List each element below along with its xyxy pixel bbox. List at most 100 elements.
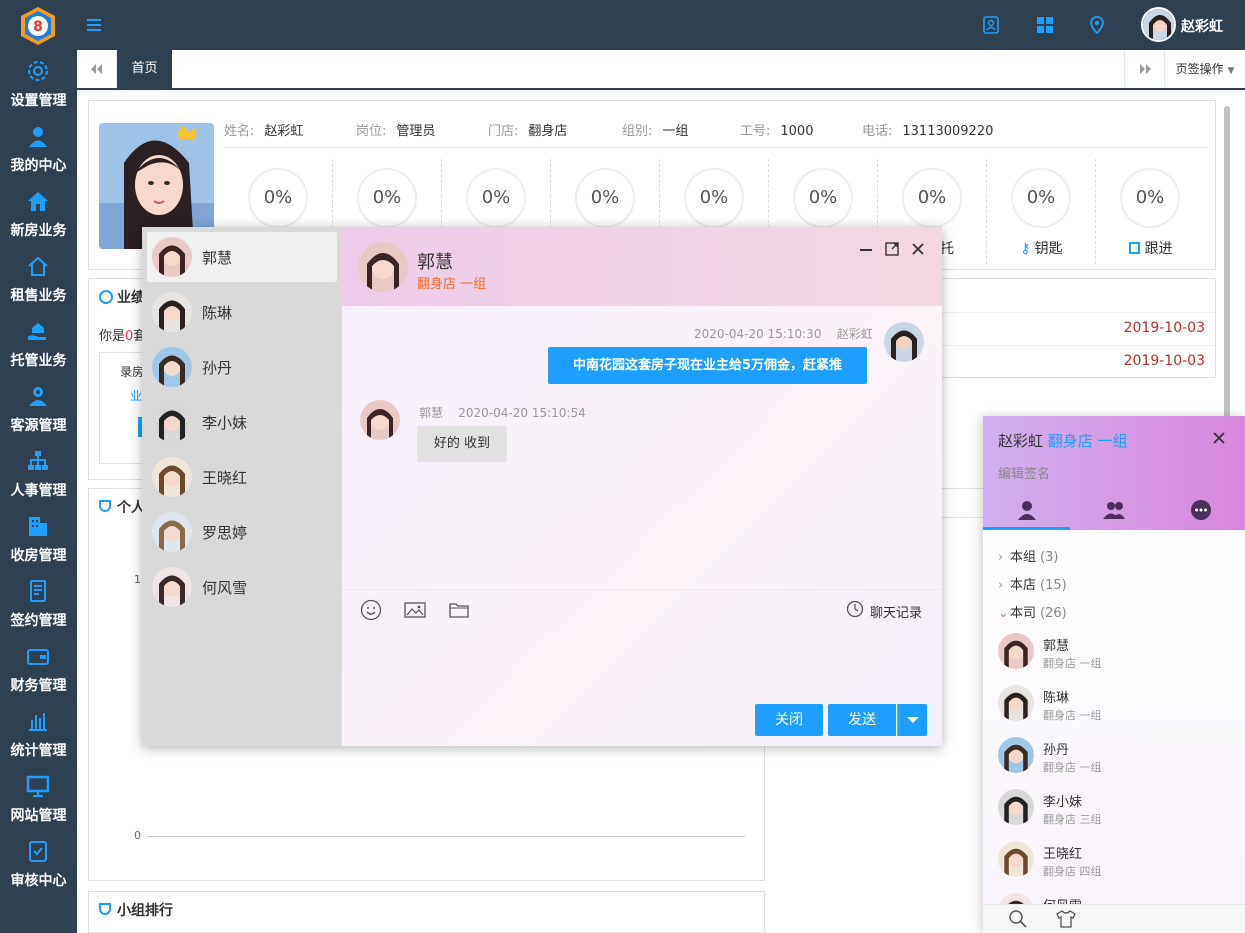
skin-icon[interactable] [1055,909,1077,929]
contact-member-name: 李小妹 [1043,795,1083,810]
home-outline-icon [26,254,50,278]
avatar [998,789,1034,825]
contacts-icon[interactable] [982,16,1000,34]
avatar [152,292,192,332]
chat-contact-item[interactable]: 罗思婷 [147,507,337,557]
sidebar-item[interactable]: 网站管理 [0,765,77,830]
search-icon[interactable] [1008,909,1028,929]
user-icon [1015,498,1039,522]
sidebar-item[interactable]: 审核中心 [0,830,77,895]
sidebar-item[interactable]: 新房业务 [0,180,77,245]
chat-contact-item[interactable]: 孙丹 [147,342,337,392]
performance-text: 你是0套 [99,325,146,344]
chat-contact-name: 罗思婷 [202,524,248,542]
profile-field: 姓名: 赵彩虹 [224,120,303,139]
sidebar-item[interactable]: 收房管理 [0,505,77,570]
stat-label-text: 托 [940,241,954,257]
tab-messages[interactable] [1157,496,1244,530]
contact-member-store: 翻身店 一组 [1043,761,1102,774]
chart-y-label-zero: 0 [134,829,141,842]
chat-contact-item[interactable]: 何风雪 [147,562,337,612]
chat-contact-item[interactable]: 陈琳 [147,287,337,337]
contact-group[interactable]: › 本组 (3) [998,546,1058,565]
maximize-icon[interactable] [884,241,900,257]
edit-signature[interactable]: 编辑签名 [998,463,1050,482]
sidebar: 设置管理我的中心新房业务 租售业务 托管业务 客源管理 人事管理 收房管理 签约管理 财务管理… [0,50,77,933]
logo[interactable]: 8 [18,6,58,46]
notice-date: 2019-10-03 [1123,353,1205,369]
contact-group-name: 本组 [1010,550,1037,565]
contact-member[interactable]: 王晓红 翻身店 四组 [998,839,1238,887]
sidebar-item[interactable]: 签约管理 [0,570,77,635]
contact-member-name: 陈琳 [1043,691,1070,706]
contact-group[interactable]: ⌄本司 (26) [998,602,1067,621]
chat-history-label: 聊天记录 [870,606,923,621]
key-icon: ⚷ [1020,241,1031,257]
sidebar-item[interactable]: 租售业务 [0,245,77,310]
profile-field-value: 13113009220 [902,124,994,139]
tab-home[interactable]: 首页 [117,50,172,88]
minimize-icon[interactable] [858,241,874,257]
send-button[interactable]: 发送 [828,704,896,736]
contact-member[interactable]: 李小妹 翻身店 三组 [998,787,1238,835]
tab-ops-label: 页签操作 [1175,62,1224,76]
group-icon [1102,498,1126,522]
sidebar-item[interactable]: 客源管理 [0,375,77,440]
avatar[interactable] [1141,7,1176,42]
contact-member[interactable]: 陈琳 翻身店 一组 [998,683,1238,731]
stat-ring: 0% [1011,168,1071,228]
message-meta: 郭慧 2020-04-20 15:10:54 [419,404,586,421]
location-icon[interactable] [1088,16,1106,34]
tab-operations-dropdown[interactable]: 页签操作 ▼ [1164,50,1245,88]
contact-member[interactable]: 郭慧 翻身店 一组 [998,631,1238,679]
grid-icon[interactable] [1036,16,1054,34]
hand-house-icon [26,319,50,343]
menu-toggle-icon[interactable] [86,16,104,34]
stat-label-text: 钥匙 [1034,241,1063,257]
stat-ring: 0% [684,168,744,228]
tab-groups[interactable] [1070,496,1157,530]
chat-contact-item[interactable]: 王晓红 [147,452,337,502]
sidebar-item[interactable]: 设置管理 [0,50,77,115]
chart-y-label-top: 1 [134,573,141,586]
chat-title-name: 郭慧 [417,252,453,273]
profile-field: 组别: 一组 [622,120,688,139]
contacts-panel: 赵彩虹 翻身店 一组 编辑签名 › 本组 (3) › 本店 (15) ⌄本司 (26) 郭慧 翻身… [983,416,1245,933]
message-meta: 2020-04-20 15:10:30 赵彩虹 [694,325,873,342]
contact-member-store: 翻身店 三组 [1043,813,1102,826]
sidebar-item[interactable]: 托管业务 [0,310,77,375]
group-ranking-title-text: 小组排行 [117,903,173,919]
performance-text-prefix: 你是 [99,329,126,344]
close-button[interactable]: 关闭 [755,704,823,736]
image-icon[interactable] [404,599,426,621]
tab-next-button[interactable] [1124,50,1164,88]
sidebar-item[interactable]: 财务管理 [0,635,77,700]
folder-icon[interactable] [448,599,470,621]
chat-contact-name: 孙丹 [202,359,233,377]
profile-field-value: 管理员 [396,124,436,139]
tab-friends[interactable] [983,496,1070,530]
close-icon[interactable] [1211,430,1227,446]
chat-contact-item[interactable]: 郭慧 [147,232,337,282]
profile-field-value: 翻身店 [528,124,568,139]
tab-prev-button[interactable] [77,50,117,88]
avatar [358,242,408,292]
contact-member[interactable]: 何风雪 [998,891,1238,904]
sidebar-item-label: 我的中心 [10,158,67,174]
contact-group[interactable]: › 本店 (15) [998,574,1067,593]
chat-main: 郭慧 翻身店 一组 2020-04-20 15:10:30 赵彩虹 中南花园这套… [342,227,942,746]
profile-field-value: 一组 [662,124,689,139]
emoji-icon[interactable] [360,599,382,621]
contact-member[interactable]: 孙丹 翻身店 一组 [998,735,1238,783]
top-bar: 8 赵彩虹 [0,0,1245,50]
user-name[interactable]: 赵彩虹 [1181,16,1223,36]
sidebar-item[interactable]: 统计管理 [0,700,77,765]
sidebar-item[interactable]: 我的中心 [0,115,77,180]
contact-member-store: 翻身店 四组 [1043,865,1102,878]
profile-field: 工号: 1000 [740,120,813,139]
contact-group-count: (15) [1040,578,1067,593]
chat-contact-item[interactable]: 李小妹 [147,397,337,447]
send-options-dropdown[interactable] [897,704,927,736]
sidebar-item[interactable]: 人事管理 [0,440,77,505]
close-icon[interactable] [910,241,926,257]
